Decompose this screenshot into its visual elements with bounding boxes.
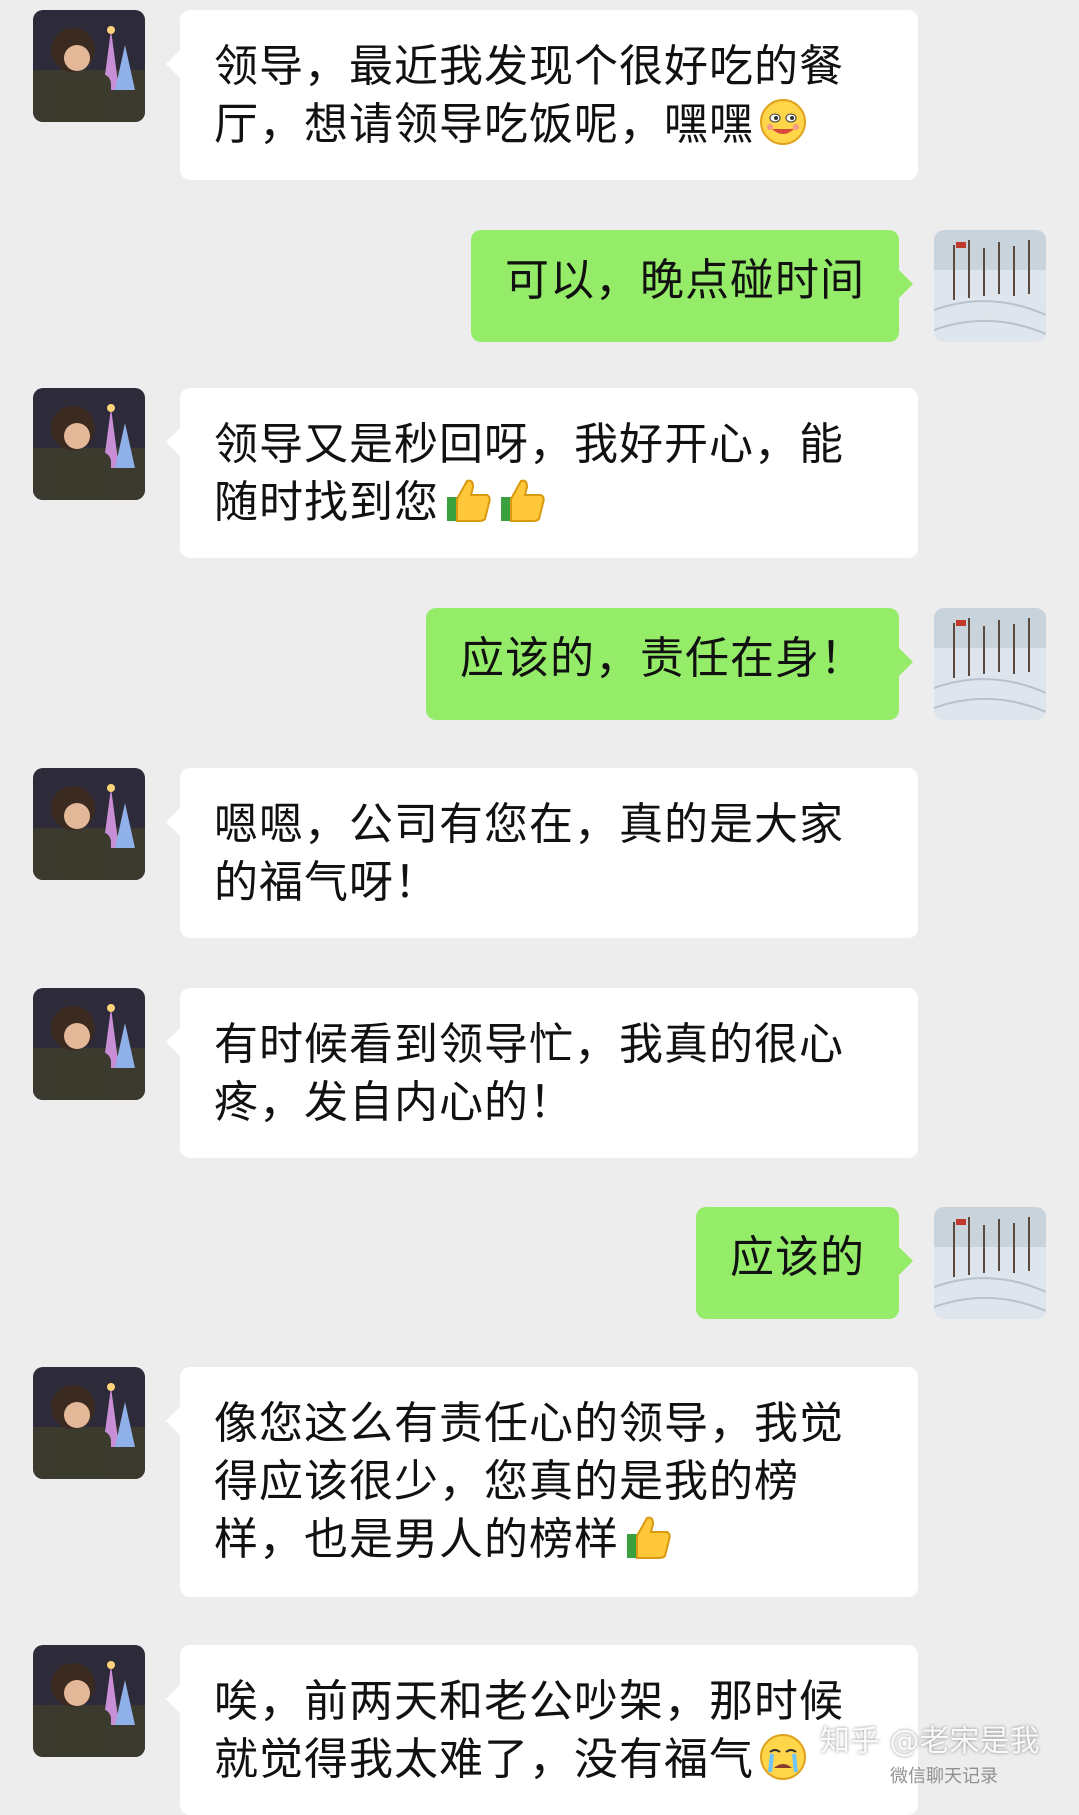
- chat-bubble-incoming[interactable]: 嗯嗯，公司有您在，真的是大家的福气呀！: [166, 768, 918, 938]
- self-avatar[interactable]: [934, 230, 1046, 342]
- watermark-sub: 微信聊天记录: [890, 1766, 998, 1787]
- watermark: 知乎 @老宋是我: [820, 1724, 1040, 1759]
- sender-avatar[interactable]: [33, 388, 145, 500]
- sender-avatar[interactable]: [33, 768, 145, 880]
- thumbs-up-icon: [443, 475, 493, 525]
- chat-bubble-outgoing[interactable]: 应该的: [696, 1207, 913, 1319]
- self-avatar[interactable]: [934, 608, 1046, 720]
- sender-avatar[interactable]: [33, 988, 145, 1100]
- message-text: 领导，最近我发现个很好吃的餐厅，想请领导吃饭呢，嘿嘿: [214, 41, 844, 150]
- chat-bubble-incoming[interactable]: 领导，最近我发现个很好吃的餐厅，想请领导吃饭呢，嘿嘿: [166, 10, 918, 180]
- chat-bubble-incoming[interactable]: 像您这么有责任心的领导，我觉得应该很少，您真的是我的榜样，也是男人的榜样: [166, 1367, 918, 1597]
- message-text: 应该的，责任在身！: [460, 633, 865, 684]
- thumbs-up-icon: [623, 1512, 673, 1562]
- chat-bubble-outgoing[interactable]: 可以，晚点碰时间: [471, 230, 913, 342]
- chat-bubble-incoming[interactable]: 领导又是秒回呀，我好开心，能随时找到您: [166, 388, 918, 558]
- sender-avatar[interactable]: [33, 1367, 145, 1479]
- message-text: 有时候看到领导忙，我真的很心疼，发自内心的！: [214, 1019, 844, 1128]
- message-text: 应该的: [730, 1232, 865, 1283]
- sender-avatar[interactable]: [33, 10, 145, 122]
- chat-bubble-outgoing[interactable]: 应该的，责任在身！: [426, 608, 913, 720]
- message-text: 唉，前两天和老公吵架，那时候就觉得我太难了，没有福气: [214, 1676, 844, 1785]
- message-text: 可以，晚点碰时间: [505, 255, 865, 306]
- self-avatar[interactable]: [934, 1207, 1046, 1319]
- sender-avatar[interactable]: [33, 1645, 145, 1757]
- crying-emoji-icon: [758, 1732, 808, 1782]
- message-text: 嗯嗯，公司有您在，真的是大家的福气呀！: [214, 799, 844, 908]
- chat-bubble-incoming[interactable]: 唉，前两天和老公吵架，那时候就觉得我太难了，没有福气: [166, 1645, 918, 1815]
- chat-bubble-incoming[interactable]: 有时候看到领导忙，我真的很心疼，发自内心的！: [166, 988, 918, 1158]
- grin-emoji-icon: [758, 97, 808, 147]
- thumbs-up-icon: [497, 475, 547, 525]
- message-text: 像您这么有责任心的领导，我觉得应该很少，您真的是我的榜样，也是男人的榜样: [214, 1398, 844, 1565]
